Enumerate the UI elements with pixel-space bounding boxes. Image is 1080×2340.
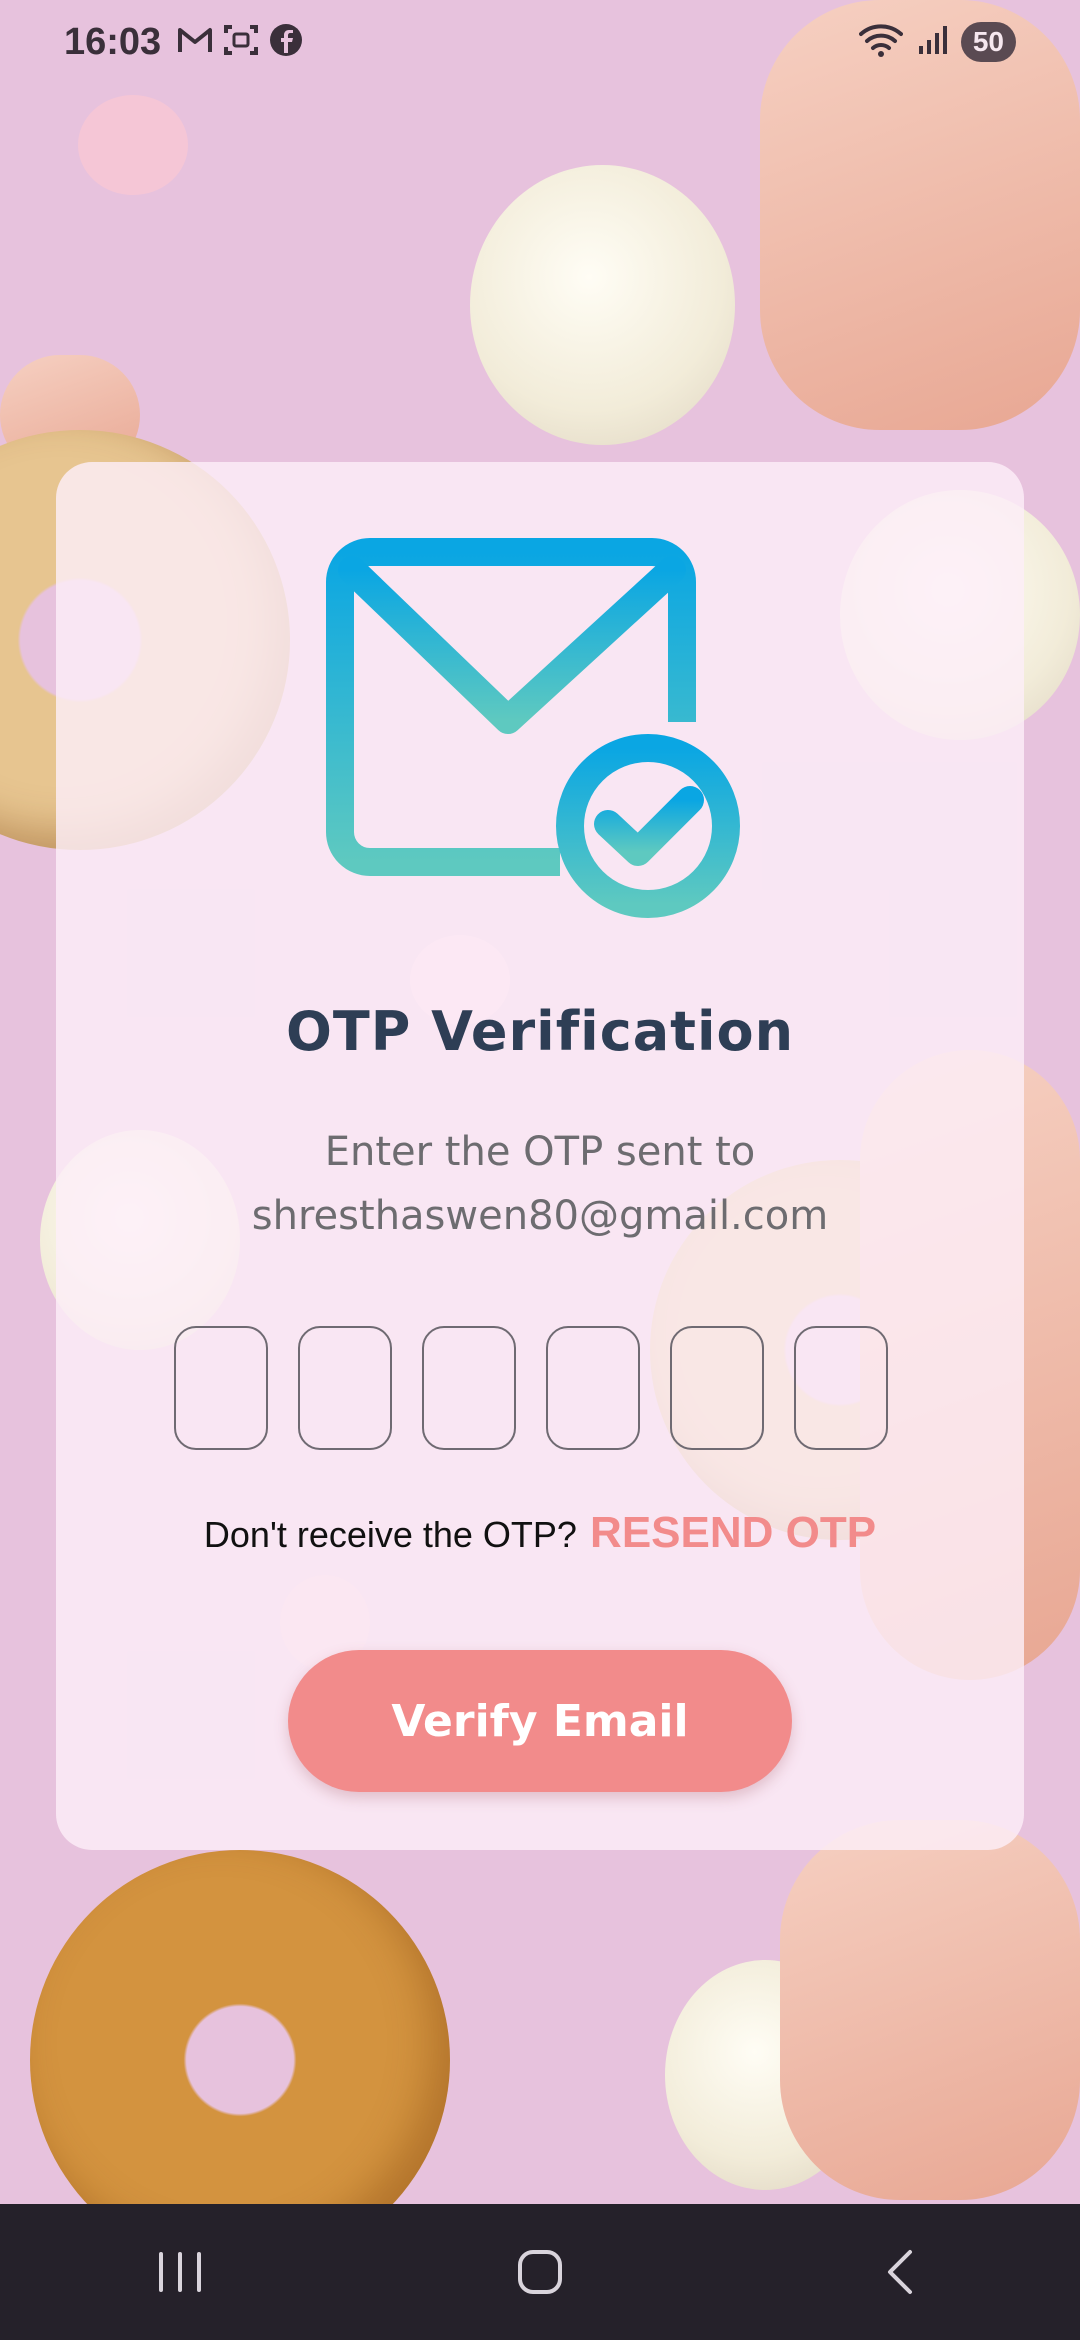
instruction-text: Enter the OTP sent to: [324, 1129, 756, 1175]
otp-instructions: Enter the OTP sent to shresthaswen80@gma…: [56, 1120, 1024, 1248]
home-icon[interactable]: [480, 2222, 600, 2322]
otp-digit-5[interactable]: [670, 1326, 764, 1450]
otp-digit-6[interactable]: [794, 1326, 888, 1450]
otp-digit-3[interactable]: [422, 1326, 516, 1450]
signal-icon: [917, 24, 947, 60]
otp-digit-4[interactable]: [546, 1326, 640, 1450]
status-time: 16:03: [64, 20, 162, 63]
screen: 16:03 50 OTP Verification Enter the OTP …: [0, 0, 1080, 2340]
otp-digit-2[interactable]: [298, 1326, 392, 1450]
navigation-bar: [0, 2204, 1080, 2340]
meringue-decoration: [470, 165, 735, 445]
page-title: OTP Verification: [285, 1000, 795, 1063]
facebook-icon: [269, 23, 303, 61]
otp-digit-1[interactable]: [174, 1326, 268, 1450]
verify-email-button[interactable]: Verify Email: [288, 1650, 792, 1792]
email-address: shresthaswen80@gmail.com: [251, 1193, 829, 1239]
mail-verified-icon: [324, 534, 764, 934]
recent-apps-icon[interactable]: [120, 2222, 240, 2322]
otp-card: OTP Verification Enter the OTP sent to s…: [56, 462, 1024, 1850]
gmail-icon: [177, 25, 213, 59]
status-bar: 16:03 50: [0, 0, 1080, 84]
resend-question: Don't receive the OTP?: [203, 1514, 577, 1555]
screenshot-icon: [223, 22, 259, 62]
resend-otp-link[interactable]: RESEND OTP: [590, 1508, 876, 1557]
back-icon[interactable]: [840, 2222, 960, 2322]
hand-decoration: [780, 1820, 1080, 2200]
battery-indicator: 50: [960, 22, 1016, 62]
wifi-icon: [858, 22, 903, 62]
otp-input-group: [174, 1326, 888, 1450]
resend-row: Don't receive the OTP? RESEND OTP: [56, 1508, 1024, 1558]
candy-decoration: [78, 95, 188, 195]
